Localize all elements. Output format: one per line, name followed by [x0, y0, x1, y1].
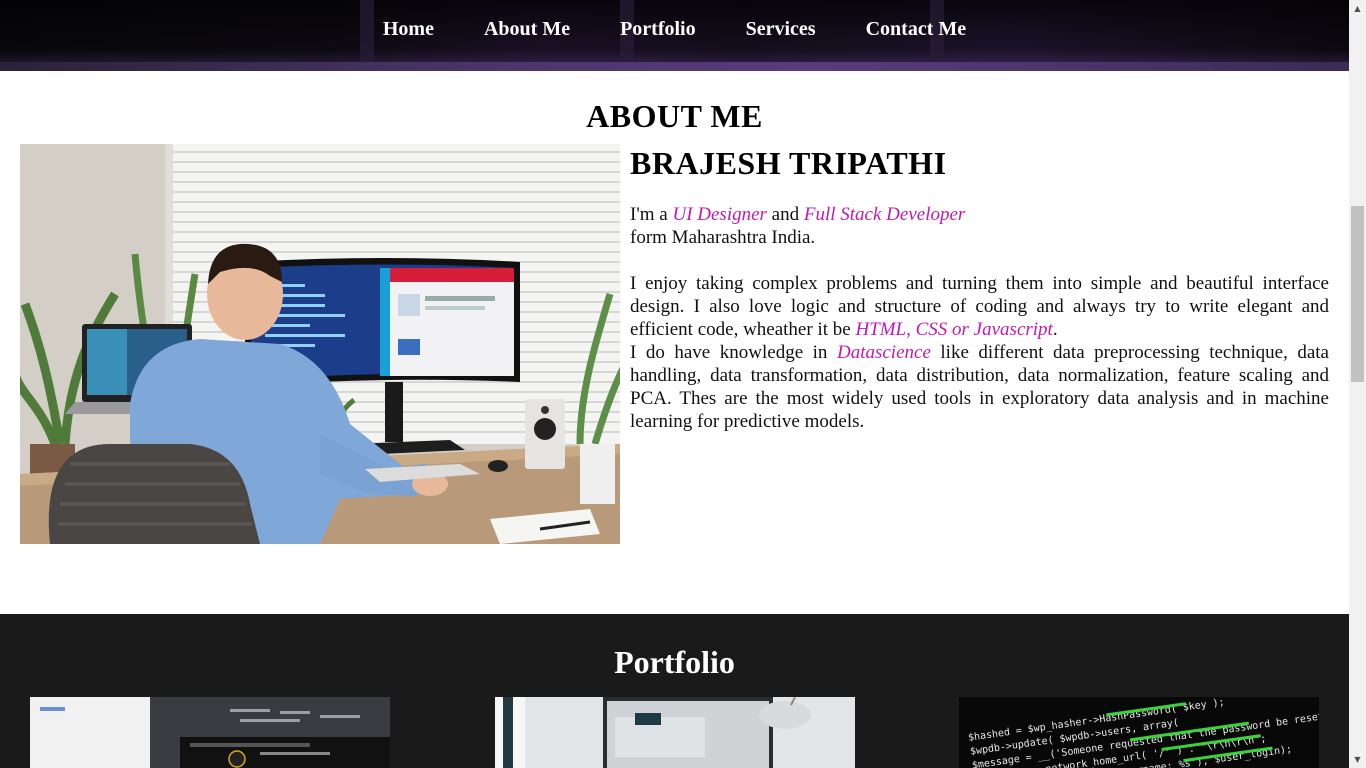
developer-at-desk-image [20, 144, 620, 544]
about-text: BRAJESH TRIPATHI I'm a UI Designer and F… [630, 146, 1329, 433]
role-full-stack-developer: Full Stack Developer [803, 204, 966, 225]
nav-link-contact-me[interactable]: Contact Me [841, 18, 992, 41]
scroll-down-icon[interactable]: ▼ [1349, 751, 1366, 768]
datascience-highlight: Datascience [836, 342, 931, 363]
intro-text: I'm a UI Designer and Full Stack Develop… [630, 203, 1329, 249]
nav-link-services[interactable]: Services [721, 18, 841, 41]
role-ui-designer: UI Designer [672, 204, 767, 225]
nav-link-about-me[interactable]: About Me [459, 18, 595, 41]
intro-prefix: I'm a [630, 204, 673, 225]
portfolio-item-2[interactable] [495, 697, 855, 768]
scrollbar-thumb[interactable] [1351, 206, 1364, 382]
laptop-code-image [30, 697, 390, 768]
portfolio-section: Portfolio $hashed = $wp_hasher->HashPass… [0, 614, 1349, 768]
terminal-code-image: $hashed = $wp_hasher->HashPassword( $key… [959, 697, 1319, 768]
scroll-up-icon[interactable]: ▲ [1349, 0, 1366, 17]
navbar: Home About Me Portfolio Services Contact… [0, 0, 1349, 71]
portfolio-item-3[interactable]: $hashed = $wp_hasher->HashPassword( $key… [959, 697, 1319, 768]
about-paragraph-2-prefix: I do have knowledge in [630, 342, 837, 363]
skills-highlight: HTML, CSS or Javascript [855, 319, 1053, 340]
about-paragraph-1-end: . [1052, 319, 1058, 340]
about-section-title: ABOUT ME [586, 98, 763, 134]
about-paragraph-1: I enjoy taking complex problems and turn… [630, 272, 1329, 433]
nav-links: Home About Me Portfolio Services Contact… [0, 18, 1349, 41]
desk-monitor-image [495, 697, 855, 768]
intro-location: form Maharashtra India. [630, 227, 816, 248]
nav-link-home[interactable]: Home [358, 18, 459, 41]
portfolio-item-1[interactable] [30, 697, 390, 768]
person-name: BRAJESH TRIPATHI [630, 145, 947, 181]
vertical-scrollbar[interactable]: ▲ ▼ [1349, 0, 1366, 768]
about-photo [20, 144, 620, 544]
portfolio-title: Portfolio [614, 644, 735, 680]
nav-link-portfolio[interactable]: Portfolio [595, 18, 721, 41]
navbar-bg-decor [0, 62, 1349, 71]
intro-and: and [766, 204, 804, 225]
